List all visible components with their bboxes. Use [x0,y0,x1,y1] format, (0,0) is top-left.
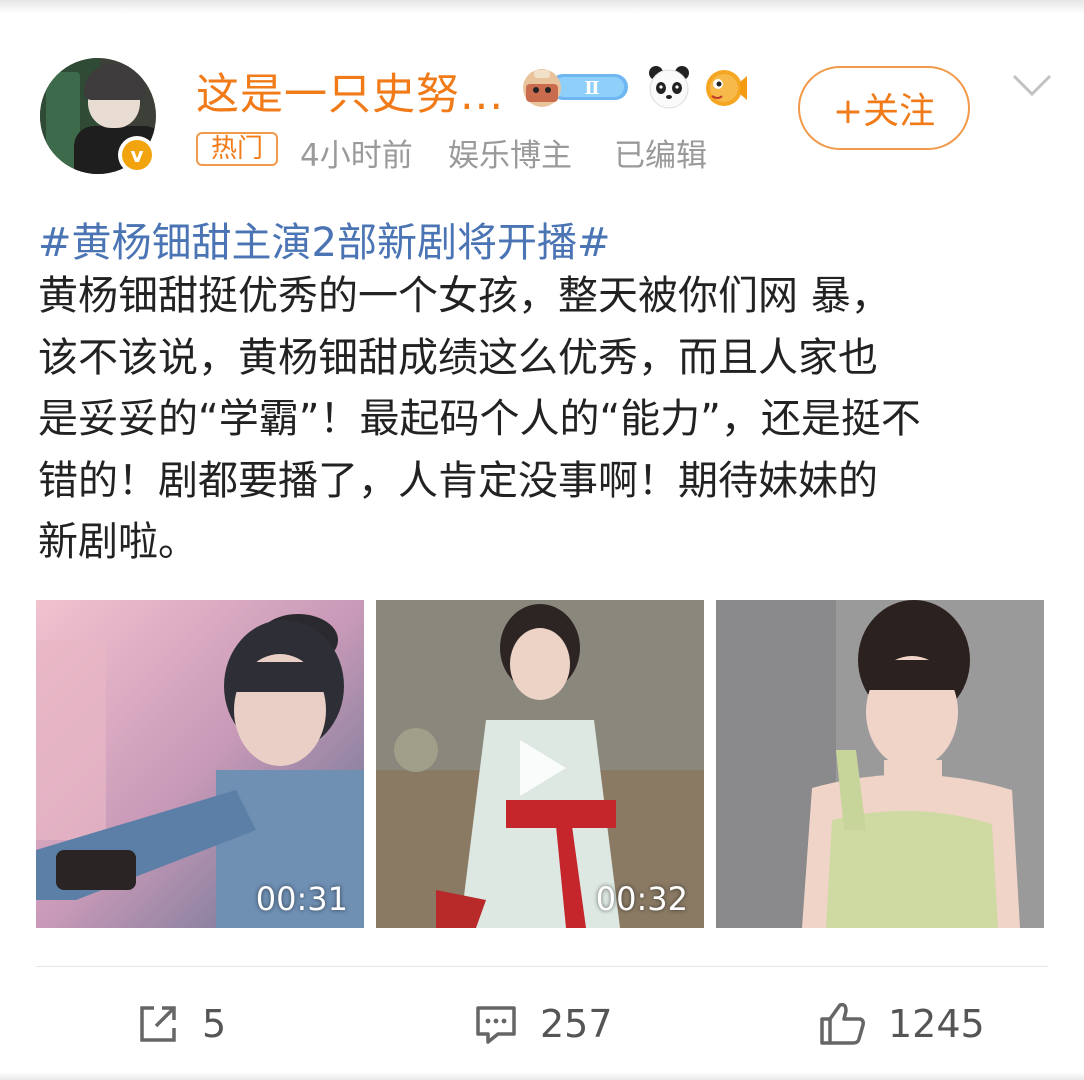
bottom-edge-shadow [0,1072,1084,1080]
hot-tag: 热门 [196,132,278,166]
top-edge-shadow [0,0,1084,14]
follow-button[interactable]: +关注 [798,66,970,150]
topic-link[interactable]: #黄杨钿甜主演2部新剧将开播# [38,210,610,268]
comment-button[interactable]: 257 [472,996,613,1052]
image-thumbnail-3[interactable] [716,600,1044,928]
share-icon [140,1006,176,1042]
video-thumbnail-1[interactable]: 00:31 [36,600,364,928]
chevron-down-icon[interactable] [1010,70,1054,100]
share-button[interactable]: 5 [134,996,226,1052]
username[interactable]: 这是一只史努... [196,60,504,122]
post-text: 黄杨钿甜挺优秀的一个女孩，整天被你们网 暴， 该不该说，黄杨钿甜成绩这么优秀，而… [38,273,921,565]
verified-badge-icon: v [118,136,156,174]
author-category: 娱乐博主 [448,138,572,174]
video-thumbnail-2[interactable]: 00:32 [376,600,704,928]
like-icon [820,1002,865,1045]
pufferfish-icon [706,70,747,106]
play-icon [520,740,566,796]
share-count: 5 [202,1002,227,1046]
video-duration: 00:32 [595,880,688,918]
comment-count: 257 [540,1002,613,1046]
level-badge-text: Ⅱ [584,78,599,99]
edited-label: 已编辑 [614,138,707,174]
image-thumbnail-3-image [716,600,1044,928]
post-time: 4小时前 [300,138,413,174]
divider [36,966,1048,967]
panda-icon [649,66,689,109]
level-badge-icon: Ⅱ [523,69,628,107]
comment-icon [476,1006,516,1044]
like-button[interactable]: 1245 [818,996,985,1052]
video-duration: 00:31 [255,880,348,918]
like-count: 1245 [888,1002,985,1046]
video-thumbnail-1-image [36,600,364,928]
